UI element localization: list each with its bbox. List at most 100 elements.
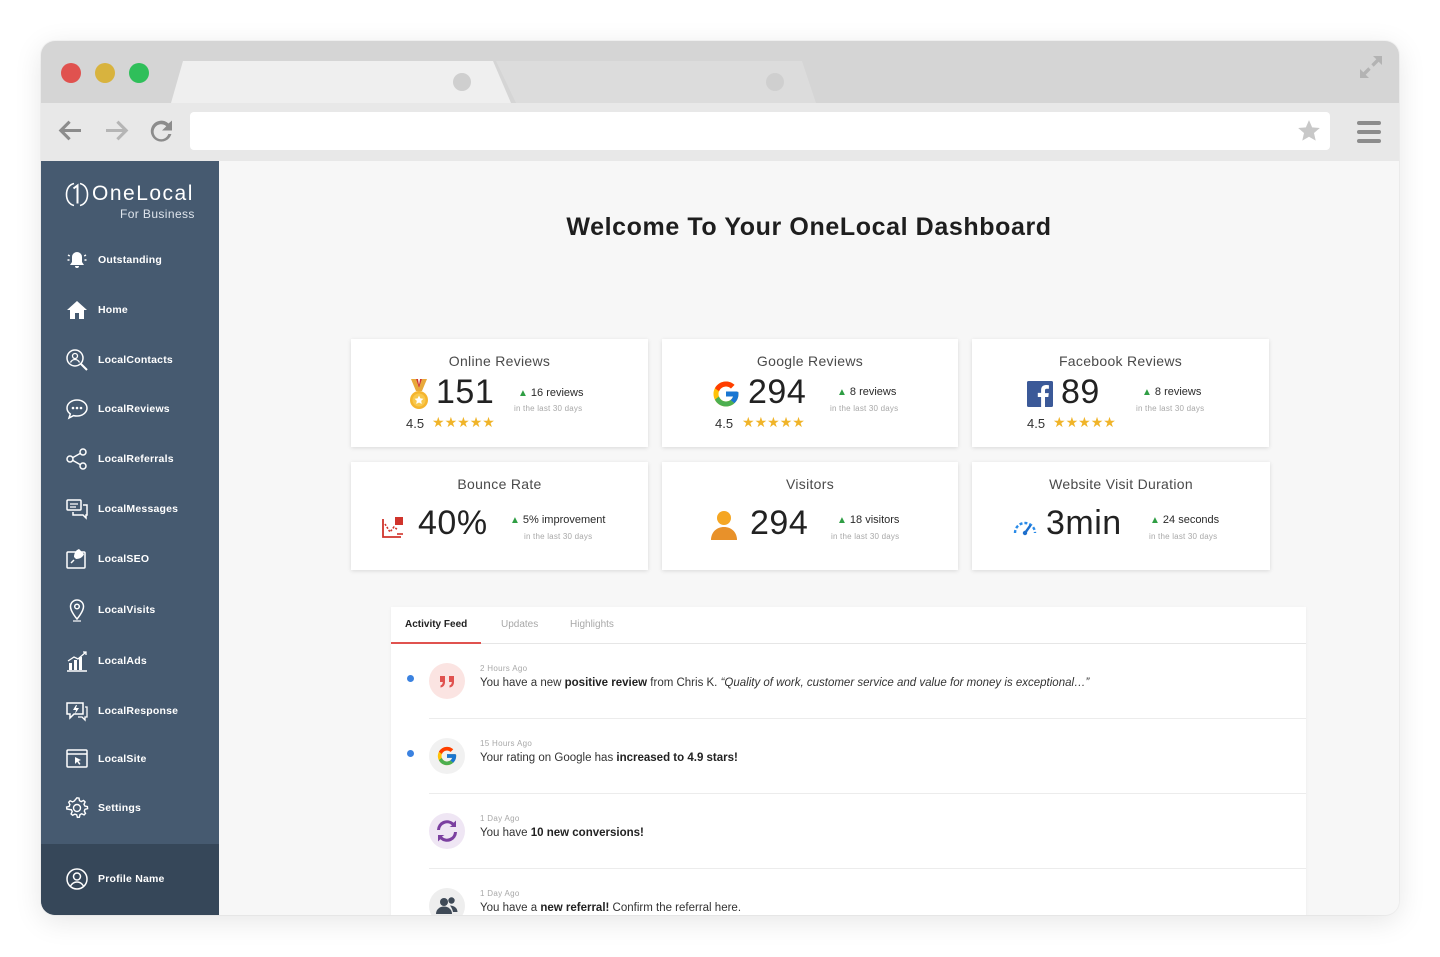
visitors-card[interactable]: Visitors 294 ▲ 18 visitors in the last 30… <box>662 462 958 570</box>
google-reviews-card[interactable]: Google Reviews 294 ▲ 8 reviews in the las… <box>662 339 958 447</box>
feed-time: 1 Day Ago <box>480 889 520 898</box>
star-icon: ★ <box>779 414 793 430</box>
sidebar-item-localresponse[interactable]: LocalResponse <box>41 691 219 731</box>
up-arrow-icon: ▲ <box>837 387 847 398</box>
onelocal-logo[interactable]: OneLocal For Business <box>65 181 205 225</box>
feed-item[interactable]: 15 Hours Ago Your rating on Google has i… <box>407 719 1306 794</box>
sidebar-item-localvisits[interactable]: LocalVisits <box>41 590 219 630</box>
alarm-bell-icon <box>67 252 87 268</box>
star-icon: ★ <box>482 414 495 430</box>
sidebar-item-label: LocalContacts <box>98 354 173 366</box>
website-cursor-icon <box>66 749 88 768</box>
facebook-reviews-card[interactable]: Facebook Reviews 89 ▲ 8 reviews in the la… <box>972 339 1269 447</box>
bounce-rate-value: 40% <box>418 504 488 542</box>
sidebar-item-localmessages[interactable]: LocalMessages <box>41 489 219 529</box>
fullscreen-icon[interactable] <box>1357 53 1385 81</box>
feed-item[interactable]: 2 Hours Ago You have a new positive revi… <box>407 644 1306 719</box>
sidebar-profile: Profile Name <box>41 844 219 915</box>
sidebar-item-localads[interactable]: LocalAds <box>41 641 219 681</box>
feed-message: Your rating on Google has increased to 4… <box>480 752 738 764</box>
star-icon: ★ <box>742 414 755 430</box>
location-pin-icon <box>69 599 85 622</box>
speedometer-icon <box>1013 521 1037 536</box>
bounce-rate-card[interactable]: Bounce Rate 40% ▲ 5% improvement in the l… <box>351 462 648 570</box>
activity-feed-panel: Activity Feed Updates Highlights 2 Hours… <box>391 607 1306 915</box>
star-icon: ★ <box>469 414 483 430</box>
star-icon: ★ <box>767 414 780 430</box>
star-icon: ★ <box>1053 414 1066 430</box>
sidebar-item-localsite[interactable]: LocalSite <box>41 739 219 779</box>
card-delta: ▲ 24 seconds <box>1150 514 1220 526</box>
sidebar-item-outstanding[interactable]: Outstanding <box>41 240 219 280</box>
reload-icon[interactable] <box>146 116 176 146</box>
sidebar-item-label: Home <box>98 304 128 316</box>
referral-users-icon <box>436 897 458 914</box>
card-title: Facebook Reviews <box>1058 353 1183 369</box>
hamburger-menu-icon[interactable] <box>1357 121 1381 143</box>
close-window-button[interactable] <box>61 63 81 83</box>
visit-duration-card[interactable]: Website Visit Duration 3min ▲ 24 seconds … <box>972 462 1270 570</box>
sidebar-item-home[interactable]: Home <box>41 290 219 330</box>
browser-tab-bar <box>41 41 1399 103</box>
forward-arrow-icon[interactable] <box>102 116 132 146</box>
online-reviews-card[interactable]: Online Reviews 151 ▲ 16 reviews in the la… <box>351 339 648 447</box>
tab-highlights[interactable]: Highlights <box>556 607 628 644</box>
card-delta: ▲ 8 reviews <box>1142 386 1202 398</box>
sidebar-item-label: Settings <box>98 802 142 814</box>
share-network-icon <box>66 448 87 470</box>
star-icon: ★ <box>457 414 470 430</box>
card-title: Google Reviews <box>756 353 864 369</box>
sidebar-item-localreferrals[interactable]: LocalReferrals <box>41 439 219 479</box>
star-icon: ★ <box>444 414 458 430</box>
feed-message: You have a new positive review from Chri… <box>480 677 1090 689</box>
star-icon: ★ <box>432 414 445 430</box>
feed-avatar <box>429 813 465 849</box>
tab-activity-feed[interactable]: Activity Feed <box>391 607 482 644</box>
card-delta: ▲ 8 reviews <box>837 386 897 398</box>
google-reviews-count: 294 <box>748 373 807 411</box>
star-rating: ★★★★★ <box>742 414 805 431</box>
sidebar-item-localreviews[interactable]: LocalReviews <box>41 389 219 429</box>
card-period: in the last 30 days <box>1136 404 1205 413</box>
sidebar-item-label: Outstanding <box>98 254 163 266</box>
tab-close-icon[interactable] <box>453 73 471 91</box>
bounce-chart-icon <box>382 517 403 538</box>
up-arrow-icon: ▲ <box>1142 387 1152 398</box>
card-title: Visitors <box>785 476 835 492</box>
card-period: in the last 30 days <box>830 404 899 413</box>
up-arrow-icon: ▲ <box>510 515 520 526</box>
tab-close-icon[interactable] <box>766 73 784 91</box>
star-rating: ★★★★★ <box>432 414 495 431</box>
maximize-window-button[interactable] <box>129 63 149 83</box>
visit-duration-value: 3min <box>1046 504 1122 542</box>
browser-toolbar <box>41 103 1399 161</box>
google-icon <box>713 381 739 407</box>
medal-icon <box>410 379 428 409</box>
sidebar-item-settings[interactable]: Settings <box>41 788 219 828</box>
card-rating: 4.5 <box>715 416 734 431</box>
sidebar: OneLocal For Business Outstanding Home L… <box>41 161 219 915</box>
star-icon: ★ <box>754 414 768 430</box>
bookmark-star-icon[interactable] <box>1296 118 1322 144</box>
up-arrow-icon: ▲ <box>518 388 528 399</box>
minimize-window-button[interactable] <box>95 63 115 83</box>
unread-indicator <box>407 675 414 682</box>
main-content: Welcome To Your OneLocal Dashboard Onlin… <box>219 161 1399 915</box>
browser-tab-inactive[interactable] <box>496 61 816 103</box>
tab-updates[interactable]: Updates <box>487 607 552 644</box>
sidebar-item-localcontacts[interactable]: LocalContacts <box>41 340 219 380</box>
response-bolt-icon <box>66 702 88 722</box>
facebook-reviews-count: 89 <box>1061 373 1100 411</box>
feed-item[interactable]: 1 Day Ago You have a new referral! Confi… <box>429 869 1306 915</box>
address-bar[interactable] <box>190 112 1330 150</box>
card-rating: 4.5 <box>406 416 425 431</box>
browser-tab-active[interactable] <box>171 61 511 103</box>
sidebar-item-label: LocalAds <box>98 655 147 667</box>
back-arrow-icon[interactable] <box>55 116 85 146</box>
profile-button[interactable]: Profile Name <box>41 859 219 899</box>
card-title: Bounce Rate <box>457 476 542 492</box>
sidebar-item-localseo[interactable]: LocalSEO <box>41 539 219 579</box>
star-icon: ★ <box>1103 414 1116 430</box>
online-reviews-count: 151 <box>436 373 495 411</box>
feed-item[interactable]: 1 Day Ago You have 10 new conversions! <box>429 794 1306 869</box>
